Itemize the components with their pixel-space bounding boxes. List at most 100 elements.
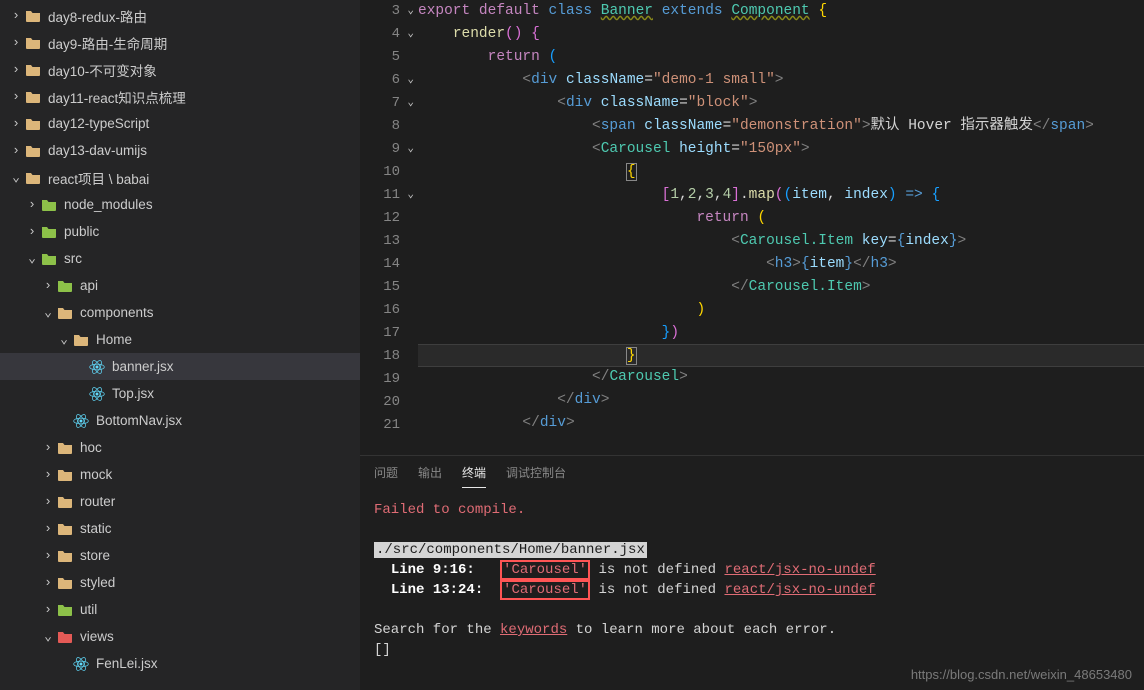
chevron-icon: ⌄ — [40, 305, 56, 320]
tree-item[interactable]: ›day8-redux-路由 — [0, 2, 360, 29]
fold-icon[interactable]: ⌄ — [407, 69, 414, 92]
tree-label: day13-dav-umijs — [48, 143, 147, 158]
tree-item[interactable]: ›FenLei.jsx — [0, 650, 360, 677]
tree-item[interactable]: › day12-typeScript — [0, 110, 360, 137]
tree-label: util — [80, 602, 97, 617]
tree-label: node_modules — [64, 197, 153, 212]
chevron-icon: › — [40, 521, 56, 536]
tree-label: store — [80, 548, 110, 563]
green-icon — [56, 277, 74, 295]
tree-label: banner.jsx — [112, 359, 174, 374]
chevron-icon: › — [8, 35, 24, 50]
tree-label: components — [80, 305, 154, 320]
react-icon — [72, 655, 90, 673]
code-area[interactable]: export default class Banner extends Comp… — [418, 0, 1144, 455]
panel-tab[interactable]: 调试控制台 — [506, 464, 566, 488]
chevron-icon: ⌄ — [8, 170, 24, 185]
eslint-rule-link[interactable]: react/jsx-no-undef — [724, 582, 875, 598]
tree-item[interactable]: ›mock — [0, 461, 360, 488]
file-explorer[interactable]: ›day8-redux-路由›day9-路由-生命周期›day10-不可变对象›… — [0, 0, 360, 690]
line-number: 4⌄ — [360, 23, 400, 46]
folder-icon — [24, 115, 42, 133]
green-icon — [40, 223, 58, 241]
line-number: 11⌄ — [360, 184, 400, 207]
chevron-icon: › — [8, 116, 24, 131]
tree-item[interactable]: ›day11-react知识点梳理 — [0, 83, 360, 110]
code-editor[interactable]: 3⌄4⌄56⌄7⌄89⌄1011⌄12131415161718192021 ex… — [360, 0, 1144, 455]
line-number: 8 — [360, 115, 400, 138]
fold-icon[interactable]: ⌄ — [407, 23, 414, 46]
tree-label: day12-typeScript — [48, 116, 149, 131]
fold-icon[interactable]: ⌄ — [407, 92, 414, 115]
tree-item[interactable]: › static — [0, 515, 360, 542]
folder-icon — [24, 34, 42, 52]
chevron-icon: › — [40, 602, 56, 617]
panel-tabs: 问题输出终端调试控制台 — [360, 456, 1144, 488]
line-gutter: 3⌄4⌄56⌄7⌄89⌄1011⌄12131415161718192021 — [360, 0, 418, 455]
line-number: 6⌄ — [360, 69, 400, 92]
tree-label: views — [80, 629, 114, 644]
tree-label: hoc — [80, 440, 102, 455]
tree-label: public — [64, 224, 99, 239]
react-icon — [88, 358, 106, 376]
tree-item[interactable]: › node_modules — [0, 191, 360, 218]
line-number: 9⌄ — [360, 138, 400, 161]
tree-label: day9-路由-生命周期 — [48, 33, 167, 53]
tree-item[interactable]: › day13-dav-umijs — [0, 137, 360, 164]
eslint-rule-link[interactable]: react/jsx-no-undef — [724, 562, 875, 578]
tree-item[interactable]: › styled — [0, 569, 360, 596]
tree-item[interactable]: › store — [0, 542, 360, 569]
chevron-icon: › — [40, 494, 56, 509]
tree-item[interactable]: ›hoc — [0, 434, 360, 461]
chevron-icon: › — [8, 89, 24, 104]
tree-item[interactable]: ⌄ components — [0, 299, 360, 326]
green-icon — [40, 196, 58, 214]
chevron-icon: ⌄ — [24, 251, 40, 266]
tree-item[interactable]: ›banner.jsx — [0, 353, 360, 380]
react-icon — [72, 412, 90, 430]
tree-label: static — [80, 521, 112, 536]
watermark: https://blog.csdn.net/weixin_48653480 — [911, 667, 1132, 682]
green-icon — [56, 601, 74, 619]
tree-label: styled — [80, 575, 115, 590]
tree-item[interactable]: ⌄react项目 \ babai — [0, 164, 360, 191]
tree-item[interactable]: ⌄src — [0, 245, 360, 272]
panel-tab[interactable]: 终端 — [462, 464, 486, 488]
folder-icon — [56, 439, 74, 457]
folder-icon — [56, 304, 74, 322]
tree-label: router — [80, 494, 115, 509]
tree-item[interactable]: ›day10-不可变对象 — [0, 56, 360, 83]
tree-item[interactable]: ›Top.jsx — [0, 380, 360, 407]
line-number: 18 — [360, 345, 400, 368]
folder-icon — [24, 61, 42, 79]
tree-item[interactable]: ⌄Home — [0, 326, 360, 353]
tree-item[interactable]: › router — [0, 488, 360, 515]
tree-item[interactable]: ›public — [0, 218, 360, 245]
tree-item[interactable]: ⌄views — [0, 623, 360, 650]
terminal-output[interactable]: Failed to compile. ./src/components/Home… — [360, 488, 1144, 690]
tree-item[interactable]: › day9-路由-生命周期 — [0, 29, 360, 56]
tree-item[interactable]: › util — [0, 596, 360, 623]
fold-icon[interactable]: ⌄ — [407, 184, 414, 207]
folder-icon — [56, 493, 74, 511]
chevron-icon: › — [40, 575, 56, 590]
line-number: 17 — [360, 322, 400, 345]
tree-label: BottomNav.jsx — [96, 413, 182, 428]
chevron-icon: › — [40, 548, 56, 563]
chevron-icon: › — [8, 143, 24, 158]
tree-item[interactable]: ›api — [0, 272, 360, 299]
chevron-icon: › — [24, 197, 40, 212]
line-number: 20 — [360, 391, 400, 414]
tree-label: day10-不可变对象 — [48, 60, 157, 80]
fold-icon[interactable]: ⌄ — [407, 138, 414, 161]
fold-icon[interactable]: ⌄ — [407, 0, 414, 23]
panel-tab[interactable]: 问题 — [374, 464, 398, 488]
tree-label: Home — [96, 332, 132, 347]
line-number: 19 — [360, 368, 400, 391]
bottom-panel: 问题输出终端调试控制台 Failed to compile. ./src/com… — [360, 455, 1144, 690]
keywords-link[interactable]: keywords — [500, 622, 567, 638]
tree-label: api — [80, 278, 98, 293]
panel-tab[interactable]: 输出 — [418, 464, 442, 488]
line-number: 12 — [360, 207, 400, 230]
tree-item[interactable]: ›BottomNav.jsx — [0, 407, 360, 434]
